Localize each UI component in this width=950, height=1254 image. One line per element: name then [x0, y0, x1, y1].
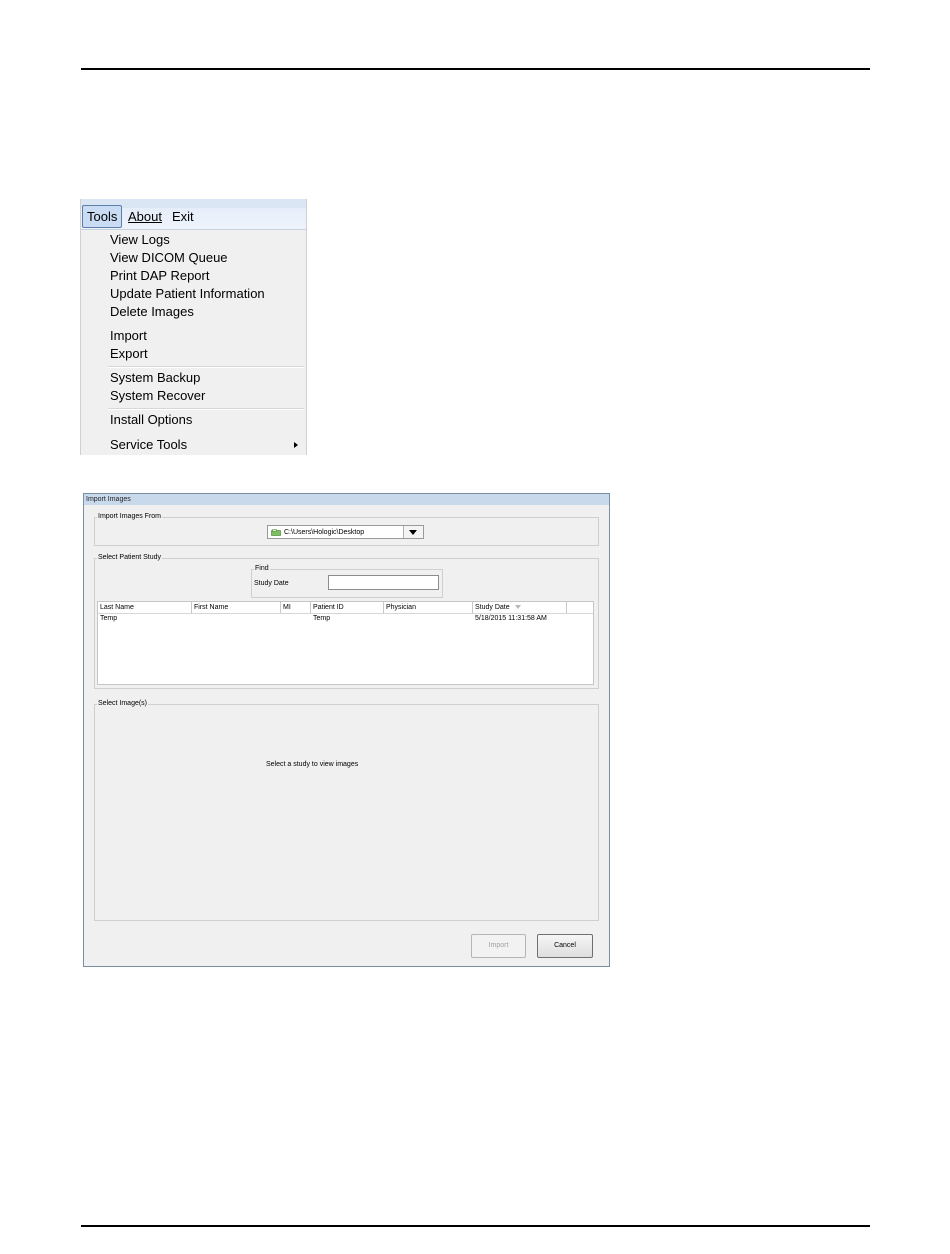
menu-item-system-backup[interactable]: System Backup — [110, 369, 200, 387]
cell-last-name: Temp — [100, 615, 118, 622]
tools-menu-screenshot: Tools About Exit View Logs View DICOM Qu… — [80, 199, 307, 455]
find-group: Find Study Date — [251, 564, 443, 598]
cancel-button[interactable]: Cancel — [537, 934, 593, 958]
menu-tools[interactable]: Tools — [82, 205, 123, 228]
import-images-dialog: Import Images Import Images From C:\User… — [83, 493, 610, 967]
footer-rule — [81, 1225, 870, 1227]
menu-exit[interactable]: Exit — [168, 206, 198, 228]
sort-descending-icon — [514, 605, 521, 610]
cell-study-date: 5/18/2015 11:31:58 AM — [475, 615, 547, 622]
patient-study-label: Select Patient Study — [97, 553, 163, 563]
patient-study-group: Select Patient Study Find Study Date Las… — [94, 553, 599, 689]
header-rule — [81, 68, 870, 70]
menu-about[interactable]: About — [124, 206, 166, 228]
select-images-group: Select Image(s) Select a study to view i… — [94, 699, 599, 921]
menu-separator — [108, 366, 304, 368]
column-mi[interactable]: MI — [281, 602, 311, 613]
menu-item-update-patient-information[interactable]: Update Patient Information — [110, 285, 265, 303]
import-from-group: Import Images From C:\Users\Hologic\Desk… — [94, 512, 599, 546]
drive-icon — [271, 529, 281, 536]
study-date-input[interactable] — [328, 575, 439, 590]
select-images-label: Select Image(s) — [97, 699, 149, 709]
menu-bar: Tools About Exit — [81, 199, 306, 230]
import-path-value: C:\Users\Hologic\Desktop — [284, 529, 365, 536]
menu-separator — [108, 408, 304, 410]
menu-item-export[interactable]: Export — [110, 345, 148, 363]
import-path-combobox[interactable]: C:\Users\Hologic\Desktop — [267, 525, 424, 539]
menu-item-view-dicom-queue[interactable]: View DICOM Queue — [110, 249, 228, 267]
empty-images-message: Select a study to view images — [266, 761, 359, 768]
import-from-label: Import Images From — [97, 512, 163, 522]
menu-item-system-recover[interactable]: System Recover — [110, 387, 205, 405]
cell-patient-id: Temp — [313, 615, 331, 622]
menu-item-service-tools[interactable]: Service Tools — [110, 436, 187, 454]
submenu-arrow-icon — [294, 442, 298, 448]
table-header: Last Name First Name MI Patient ID Physi… — [98, 602, 593, 614]
column-study-date[interactable]: Study Date — [473, 602, 567, 613]
menu-item-print-dap-report[interactable]: Print DAP Report — [110, 267, 209, 285]
column-patient-id[interactable]: Patient ID — [311, 602, 384, 613]
patient-study-table: Last Name First Name MI Patient ID Physi… — [97, 601, 594, 685]
menu-item-install-options[interactable]: Install Options — [110, 411, 192, 429]
dialog-title: Import Images — [84, 494, 609, 505]
combobox-dropdown-button[interactable] — [403, 526, 423, 538]
column-study-date-label: Study Date — [475, 604, 510, 611]
column-last-name[interactable]: Last Name — [98, 602, 192, 613]
menu-about-label: About — [128, 209, 162, 224]
menu-item-delete-images[interactable]: Delete Images — [110, 303, 194, 321]
column-first-name[interactable]: First Name — [192, 602, 281, 613]
find-label: Find — [254, 564, 270, 574]
import-button[interactable]: Import — [471, 934, 526, 958]
column-physician[interactable]: Physician — [384, 602, 473, 613]
menu-item-import[interactable]: Import — [110, 327, 147, 345]
menu-item-view-logs[interactable]: View Logs — [110, 231, 170, 249]
table-row[interactable]: Temp Temp 5/18/2015 11:31:58 AM — [98, 614, 593, 624]
chevron-down-icon — [409, 530, 417, 535]
study-date-label: Study Date — [254, 580, 289, 587]
